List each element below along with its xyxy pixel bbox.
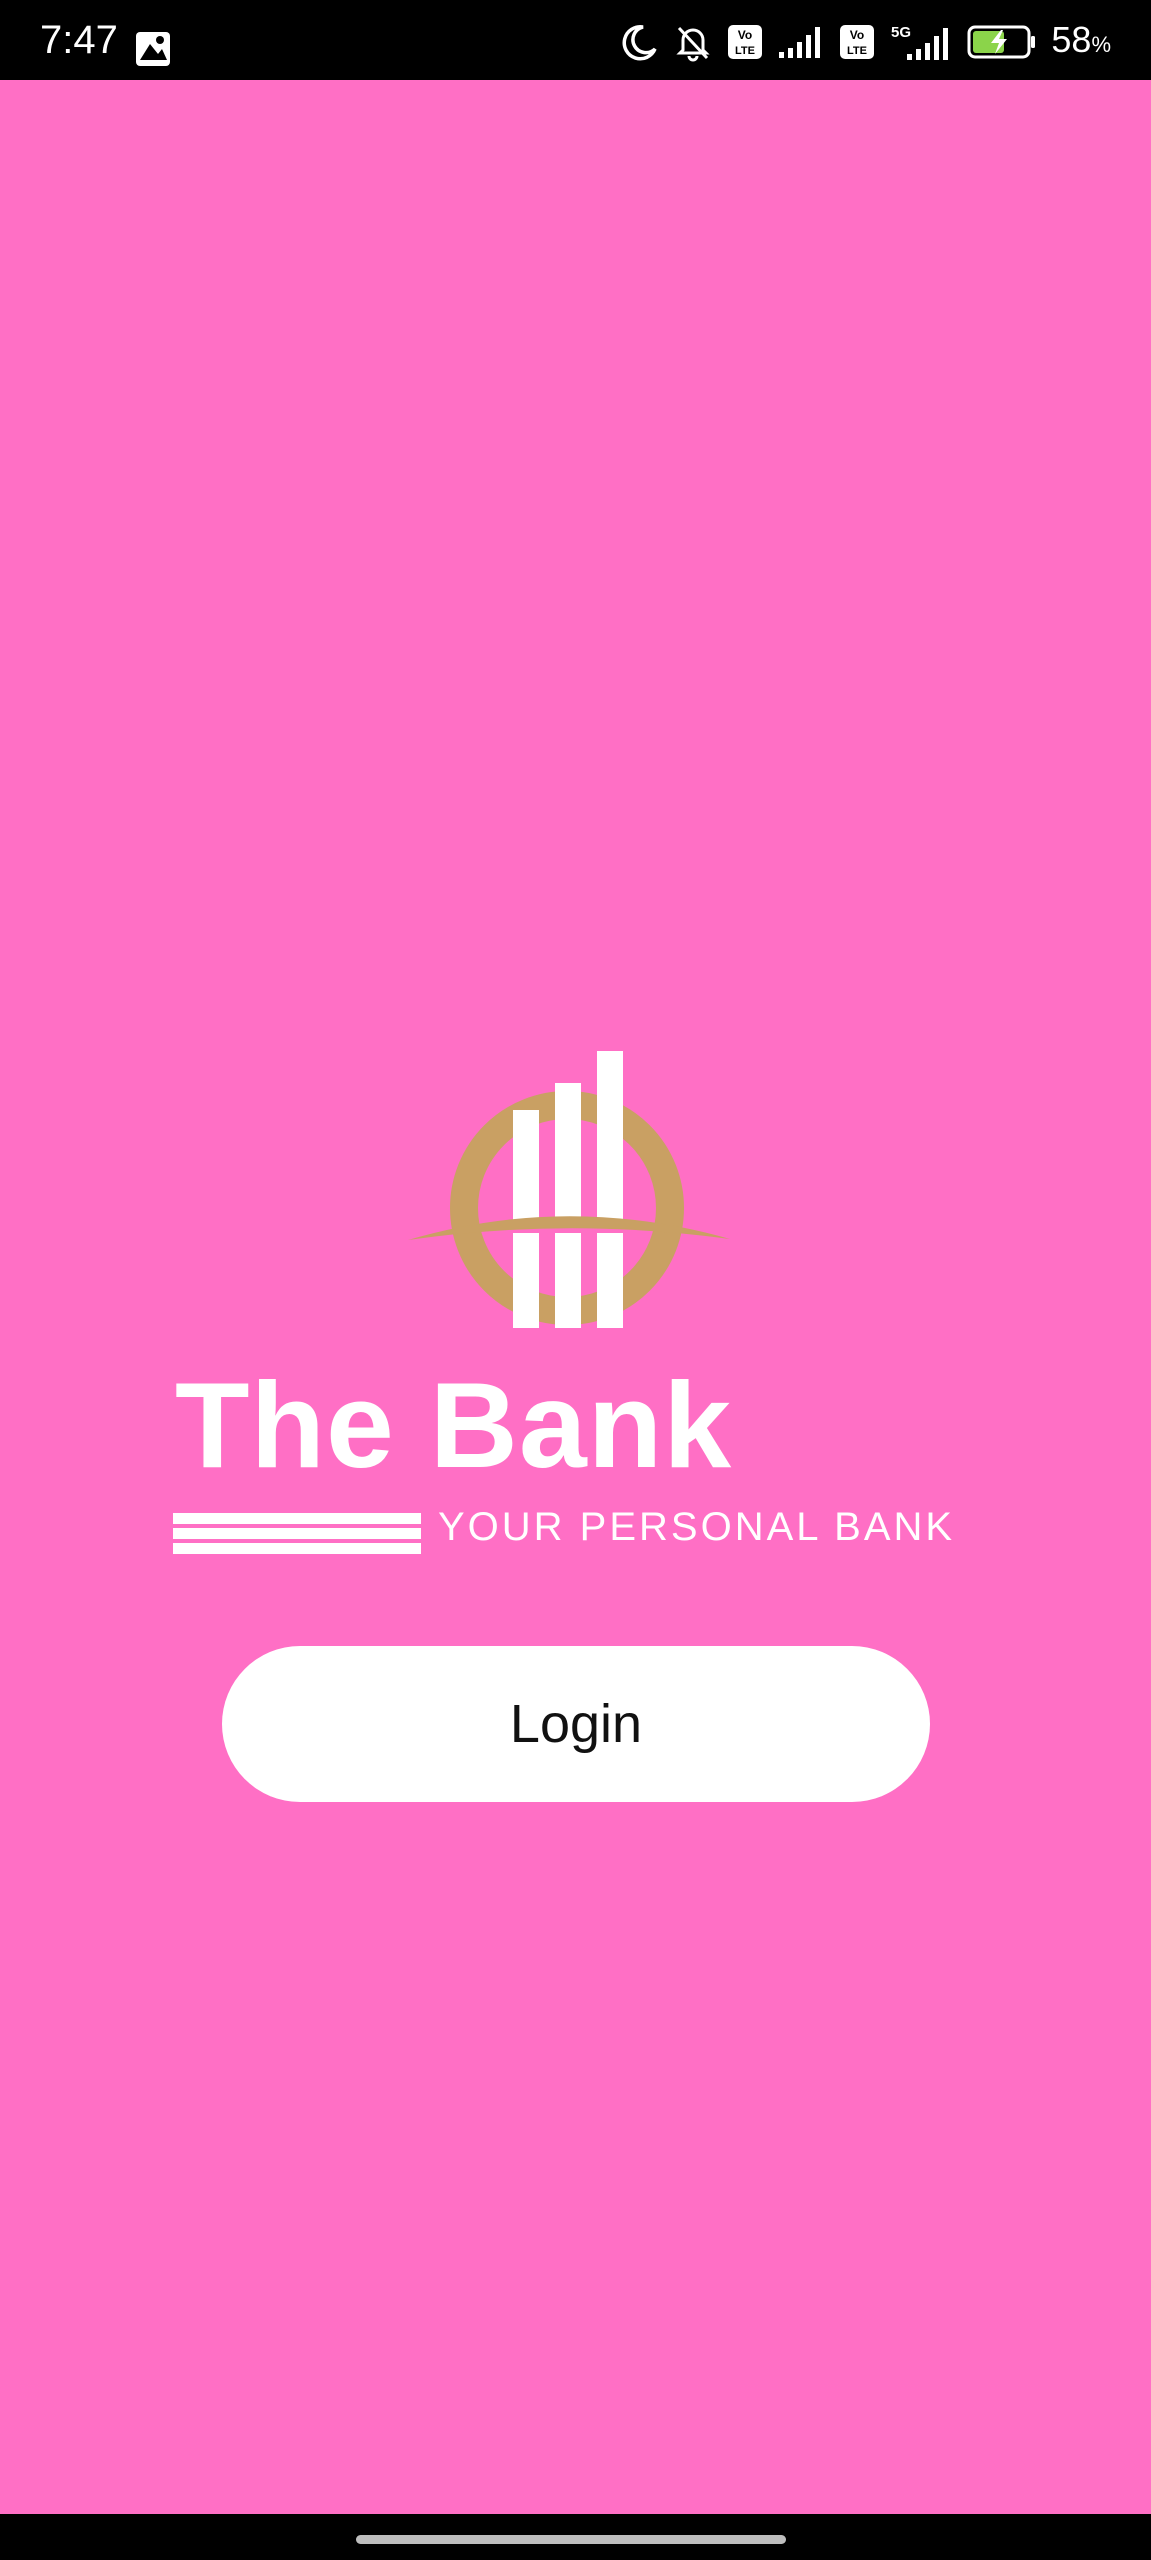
signal-icon bbox=[777, 24, 825, 60]
bell-muted-icon bbox=[673, 22, 713, 62]
moon-icon bbox=[621, 23, 659, 61]
bank-logo: The Bank YOUR PERSONAL BANK bbox=[170, 965, 970, 1555]
brand-tagline: YOUR PERSONAL BANK bbox=[438, 1505, 956, 1549]
bank-bars-ring-logo bbox=[408, 1051, 730, 1328]
navigation-bar bbox=[0, 2514, 1151, 2560]
battery-charging-icon bbox=[967, 24, 1037, 60]
login-button[interactable]: Login bbox=[222, 1646, 930, 1802]
battery-percent: 58% bbox=[1051, 18, 1111, 60]
volte-icon: Vo LTE bbox=[727, 24, 763, 60]
gallery-notification-icon bbox=[134, 30, 172, 68]
svg-text:5G: 5G bbox=[891, 24, 911, 41]
welcome-screen: The Bank YOUR PERSONAL BANK Login bbox=[0, 80, 1151, 2514]
5g-signal-icon: 5G bbox=[889, 22, 953, 62]
svg-text:LTE: LTE bbox=[735, 45, 755, 57]
status-bar: 7:47 Vo LTE Vo LTE 5G 58% bbox=[0, 0, 1151, 80]
status-time: 7:47 bbox=[40, 18, 118, 62]
svg-text:LTE: LTE bbox=[847, 45, 867, 57]
svg-text:Vo: Vo bbox=[850, 28, 864, 42]
app-screen: 7:47 Vo LTE Vo LTE 5G 58% The Bank YOUR … bbox=[0, 0, 1151, 2560]
svg-text:Vo: Vo bbox=[738, 28, 752, 42]
brand-name: The Bank bbox=[175, 1357, 733, 1493]
tagline-lines bbox=[173, 1513, 421, 1555]
status-icons: Vo LTE Vo LTE 5G 58% bbox=[621, 18, 1111, 64]
volte-icon-2: Vo LTE bbox=[839, 24, 875, 60]
home-indicator[interactable] bbox=[356, 2535, 786, 2544]
